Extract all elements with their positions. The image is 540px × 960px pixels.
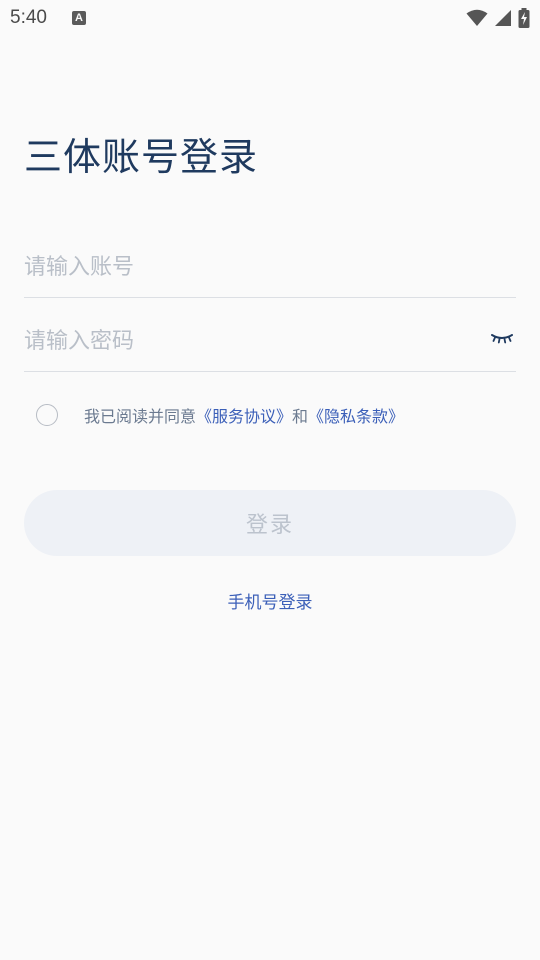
agreement-prefix: 我已阅读并同意	[84, 407, 197, 426]
wifi-icon	[466, 9, 488, 26]
phone-login-link[interactable]: 手机号登录	[0, 588, 540, 613]
eye-closed-icon[interactable]	[490, 328, 514, 348]
login-button[interactable]: 登录	[24, 490, 516, 556]
account-field-row	[24, 238, 516, 298]
password-field-row	[24, 312, 516, 372]
login-screen: 5:40 A 三体账号登录 请输入账号 我已阅读并同意《服务协议》和《隐私条款》…	[0, 0, 540, 960]
status-bar: 5:40 A	[0, 0, 540, 36]
agreement-row: 我已阅读并同意《服务协议》和《隐私条款》	[36, 400, 404, 430]
status-time: 5:40	[10, 7, 47, 28]
agreement-and: 和	[292, 407, 309, 426]
agree-checkbox[interactable]	[36, 404, 58, 426]
privacy-terms-link[interactable]: 《隐私条款》	[308, 407, 404, 426]
signal-icon	[495, 10, 511, 26]
notification-a-icon: A	[72, 11, 86, 25]
status-icons	[466, 7, 530, 29]
battery-charging-icon	[518, 8, 530, 28]
service-agreement-link[interactable]: 《服务协议》	[196, 407, 292, 426]
agreement-text: 我已阅读并同意《服务协议》和《隐私条款》	[84, 403, 404, 427]
password-input[interactable]	[24, 312, 464, 370]
page-title: 三体账号登录	[24, 135, 259, 179]
account-input[interactable]	[24, 238, 464, 296]
